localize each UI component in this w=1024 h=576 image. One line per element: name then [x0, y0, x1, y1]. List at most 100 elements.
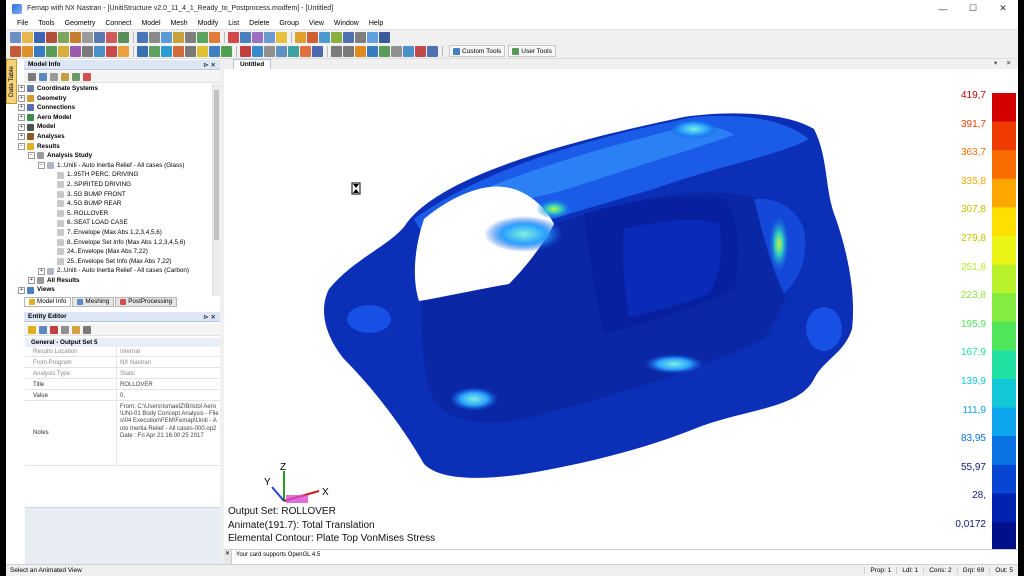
expand-icon[interactable]: + — [18, 133, 25, 141]
show-when-selected-icon[interactable] — [240, 45, 251, 57]
tree-item[interactable]: 3..5G BUMP FRONT — [18, 190, 214, 200]
tab-untitled[interactable]: Untitled — [233, 59, 272, 69]
redo-icon[interactable] — [118, 31, 129, 43]
curve-icon[interactable] — [82, 45, 93, 57]
user-tools-button[interactable]: User Tools — [508, 45, 556, 57]
expand-icon[interactable]: + — [18, 123, 25, 131]
property-value[interactable]: ROLLOVER — [117, 380, 220, 389]
entity-editor-pin-close[interactable]: ⊳ ✕ — [203, 313, 220, 321]
menu-group[interactable]: Group — [274, 20, 303, 27]
workplane-icon[interactable] — [240, 31, 251, 43]
show-none-icon[interactable] — [264, 45, 275, 57]
property-row[interactable]: From Program NX Nastran — [25, 358, 220, 368]
tree-item[interactable]: 5..ROLLOVER — [18, 209, 214, 219]
view-iso-icon[interactable] — [355, 45, 366, 57]
pick-polygon-icon[interactable] — [209, 45, 220, 57]
save-icon[interactable] — [34, 31, 45, 43]
entity-options-icon[interactable] — [83, 325, 91, 334]
view-dynamic-icon[interactable] — [403, 45, 414, 57]
freebody-icon[interactable] — [355, 31, 366, 43]
layer-icon[interactable] — [264, 31, 275, 43]
property-value[interactable]: Internal — [117, 347, 220, 356]
autoscale-icon[interactable] — [173, 31, 184, 43]
view-back-icon[interactable] — [391, 45, 402, 57]
render-icon[interactable] — [209, 31, 220, 43]
tree-item[interactable]: − Analysis Study — [18, 151, 214, 161]
tree-item[interactable]: 25..Envelope Set Info (Max Abs 7,22) — [18, 257, 214, 267]
custom-tools-button[interactable]: Custom Tools — [449, 45, 506, 57]
tree-item[interactable]: 2..SPIRITED DRIVING — [18, 180, 214, 190]
tree-item[interactable]: + Model — [18, 122, 214, 132]
expand-icon[interactable]: + — [38, 267, 45, 275]
collapse-icon[interactable]: − — [18, 142, 25, 150]
tab-meshing[interactable]: Meshing — [72, 297, 115, 307]
tree-item[interactable]: 6..SEAT LOAD CASE — [18, 218, 214, 228]
element-icon[interactable] — [22, 45, 33, 57]
show-all-icon[interactable] — [252, 45, 263, 57]
menu-file[interactable]: File — [12, 20, 33, 27]
property-value[interactable]: Static — [117, 369, 220, 378]
render-icon-2[interactable] — [312, 45, 323, 57]
expand-icon[interactable]: + — [18, 286, 25, 294]
deform-icon[interactable] — [307, 31, 318, 43]
constraint-icon[interactable] — [70, 45, 81, 57]
tab-model-info[interactable]: Model Info — [24, 297, 72, 307]
property-row[interactable]: Results Location Internal — [25, 347, 220, 357]
view-bottom-icon[interactable] — [379, 45, 390, 57]
tree-item[interactable]: + Connections — [18, 103, 214, 113]
report-icon[interactable] — [379, 31, 390, 43]
tab-list-icon[interactable]: ▾ — [994, 59, 997, 67]
menu-mesh[interactable]: Mesh — [166, 20, 193, 27]
tree-item[interactable]: − 1..Uniti - Auto Inertia Relief - All ca… — [18, 161, 214, 171]
menu-view[interactable]: View — [304, 20, 329, 27]
menu-tools[interactable]: Tools — [33, 20, 59, 27]
entity-update-icon[interactable] — [39, 325, 47, 334]
animate-icon[interactable] — [331, 31, 342, 43]
tree-list-icon[interactable] — [39, 72, 47, 81]
post-options-icon[interactable] — [343, 31, 354, 43]
surface-icon[interactable] — [94, 45, 105, 57]
tree-expand-icon[interactable] — [28, 72, 36, 81]
pick-circle-icon[interactable] — [197, 45, 208, 57]
view-reset-icon[interactable] — [415, 45, 426, 57]
property-value[interactable]: NX Nastran — [117, 358, 220, 367]
minimize-button[interactable]: — — [928, 0, 958, 17]
entity-edit-icon[interactable] — [28, 325, 36, 334]
snap-icon[interactable] — [276, 31, 287, 43]
tree-item[interactable]: 7..Envelope (Max Abs 1,2,3,4,5,6) — [18, 228, 214, 238]
entity-select-icon[interactable] — [137, 45, 148, 57]
load-icon[interactable] — [58, 45, 69, 57]
property-row[interactable]: Notes From: C:\Users\IsmaelZ\Bristol Aero… — [25, 402, 220, 466]
delete-icon[interactable] — [46, 31, 57, 43]
tree-item[interactable]: + Analyses — [18, 132, 214, 142]
paste-icon[interactable] — [94, 31, 105, 43]
tree-item[interactable]: + Geometry — [18, 94, 214, 104]
property-row[interactable]: Value 0, — [25, 391, 220, 401]
post-data-icon[interactable] — [295, 31, 306, 43]
expand-icon[interactable]: + — [28, 277, 35, 285]
property-row[interactable]: Title ROLLOVER — [25, 380, 220, 390]
entity-cancel-icon[interactable] — [50, 325, 58, 334]
clip-plane-icon[interactable] — [300, 45, 311, 57]
menu-window[interactable]: Window — [329, 20, 364, 27]
pick-box-icon[interactable] — [185, 45, 196, 57]
new-file-icon[interactable] — [10, 31, 21, 43]
tree-item[interactable]: + Aero Model — [18, 113, 214, 123]
zoom-icon[interactable] — [161, 31, 172, 43]
tree-item[interactable]: 4..5G BUMP REAR — [18, 199, 214, 209]
tree-item[interactable]: +2..Uniti - Auto Inertia Relief - All ca… — [18, 266, 214, 276]
material-icon[interactable] — [46, 45, 57, 57]
open-folder-icon[interactable] — [22, 31, 33, 43]
menu-geometry[interactable]: Geometry — [60, 20, 101, 27]
messages-close-icon[interactable]: ✕ — [224, 550, 232, 565]
tree-item[interactable]: + All Results — [18, 276, 214, 286]
entity-color-icon[interactable] — [228, 31, 239, 43]
collapse-icon[interactable]: − — [28, 152, 35, 160]
tree-item[interactable]: + Views — [18, 285, 214, 295]
node-icon[interactable] — [10, 45, 21, 57]
menu-help[interactable]: Help — [364, 20, 388, 27]
view-options-icon[interactable] — [185, 31, 196, 43]
model-info-pin-close[interactable]: ⊳ ✕ — [203, 61, 220, 69]
tree-item[interactable]: − Results — [18, 142, 214, 152]
menu-list[interactable]: List — [223, 20, 244, 27]
